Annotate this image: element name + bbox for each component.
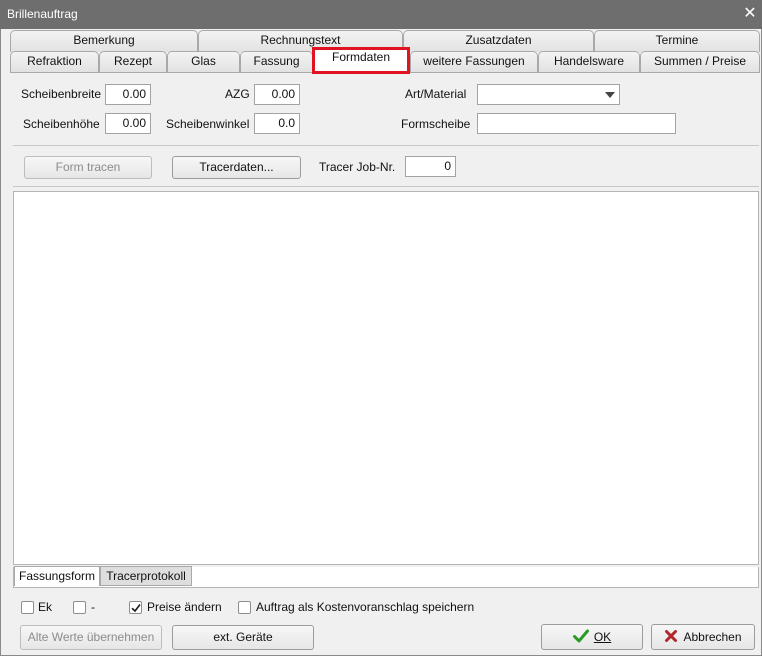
tracerdaten-button[interactable]: Tracerdaten... xyxy=(172,156,301,179)
scheibenwinkel-field[interactable]: 0.0 xyxy=(254,113,300,134)
azg-label: AZG xyxy=(225,87,250,101)
azg-field[interactable]: 0.00 xyxy=(254,84,300,105)
art-material-select[interactable] xyxy=(477,84,620,105)
tab-label: Handelsware xyxy=(553,54,625,68)
close-icon[interactable]: ✕ xyxy=(740,4,760,24)
tab-label: Summen / Preise xyxy=(653,54,747,68)
kostenvoranschlag-checkbox[interactable] xyxy=(238,601,251,614)
tab-label: Termine xyxy=(655,33,699,47)
form-tracen-button[interactable]: Form tracen xyxy=(24,156,152,179)
scheibenhoehe-field[interactable]: 0.00 xyxy=(105,113,151,134)
tab-formdaten[interactable]: Formdaten xyxy=(312,47,410,74)
preise-aendern-label: Preise ändern xyxy=(147,600,222,614)
title-bar: Brillenauftrag ✕ xyxy=(0,0,762,29)
ek-checkbox[interactable] xyxy=(21,601,34,614)
scheibenwinkel-label: Scheibenwinkel xyxy=(166,117,250,131)
dialog-body: Bemerkung Rechnungstext Zusatzdaten Term… xyxy=(0,29,762,656)
tab-refraktion[interactable]: Refraktion xyxy=(10,51,99,72)
ext-geraete-button[interactable]: ext. Geräte xyxy=(172,625,314,650)
tab-label: Rechnungstext xyxy=(260,33,341,47)
tab-label: Zusatzdaten xyxy=(465,33,532,47)
tracer-job-nr-field[interactable]: 0 xyxy=(405,156,456,177)
ok-label: OK xyxy=(593,630,612,644)
scheibenbreite-label: Scheibenbreite xyxy=(21,87,102,101)
tab-label: Rezept xyxy=(113,54,153,68)
ok-button[interactable]: OK xyxy=(541,624,643,650)
window-title: Brillenauftrag xyxy=(7,7,78,21)
tab-zusatzdaten[interactable]: Zusatzdaten xyxy=(403,30,594,52)
tab-rezept[interactable]: Rezept xyxy=(99,51,167,72)
chevron-down-icon xyxy=(605,92,615,98)
dash-label: - xyxy=(91,600,95,614)
divider xyxy=(13,145,759,146)
art-material-label: Art/Material xyxy=(405,87,467,101)
scheibenbreite-field[interactable]: 0.00 xyxy=(105,84,151,105)
tab-label: weitere Fassungen xyxy=(423,54,525,68)
check-icon xyxy=(131,603,141,613)
abbrechen-button[interactable]: Abbrechen xyxy=(651,624,755,650)
ek-label: Ek xyxy=(38,600,53,614)
tab-label: Fassung xyxy=(253,54,300,68)
tab-label: Glas xyxy=(191,54,216,68)
tab-fassung[interactable]: Fassung xyxy=(240,51,313,72)
tab-termine[interactable]: Termine xyxy=(594,30,760,52)
subtab-tracerprotokoll[interactable]: Tracerprotokoll xyxy=(100,566,192,586)
preise-aendern-checkbox[interactable] xyxy=(129,601,142,614)
kostenvoranschlag-label: Auftrag als Kostenvoranschlag speichern xyxy=(256,600,475,614)
abbrechen-label: Abbrechen xyxy=(683,630,742,644)
tab-bemerkung[interactable]: Bemerkung xyxy=(10,30,198,52)
tab-weitere-fassungen[interactable]: weitere Fassungen xyxy=(410,51,538,72)
formscheibe-label: Formscheibe xyxy=(401,117,471,131)
alte-werte-button[interactable]: Alte Werte übernehmen xyxy=(20,625,162,650)
tab-label: Refraktion xyxy=(27,54,82,68)
subtab-fassungsform[interactable]: Fassungsform xyxy=(14,566,100,586)
check-icon xyxy=(572,629,589,643)
close-icon xyxy=(665,630,678,643)
divider xyxy=(13,186,759,187)
tab-summen-preise[interactable]: Summen / Preise xyxy=(640,51,760,72)
tracer-job-nr-label: Tracer Job-Nr. xyxy=(319,160,396,174)
subtab-label: Tracerprotokoll xyxy=(106,569,186,583)
tab-label: Bemerkung xyxy=(73,33,135,47)
dash-checkbox[interactable] xyxy=(73,601,86,614)
tab-glas[interactable]: Glas xyxy=(167,51,240,72)
scheibenhoehe-label: Scheibenhöhe xyxy=(23,117,100,131)
tab-label: Formdaten xyxy=(331,50,391,64)
tab-handelsware[interactable]: Handelsware xyxy=(538,51,640,72)
fassungsform-canvas[interactable] xyxy=(13,191,759,565)
formscheibe-field[interactable] xyxy=(477,113,676,134)
subtab-label: Fassungsform xyxy=(18,569,96,583)
